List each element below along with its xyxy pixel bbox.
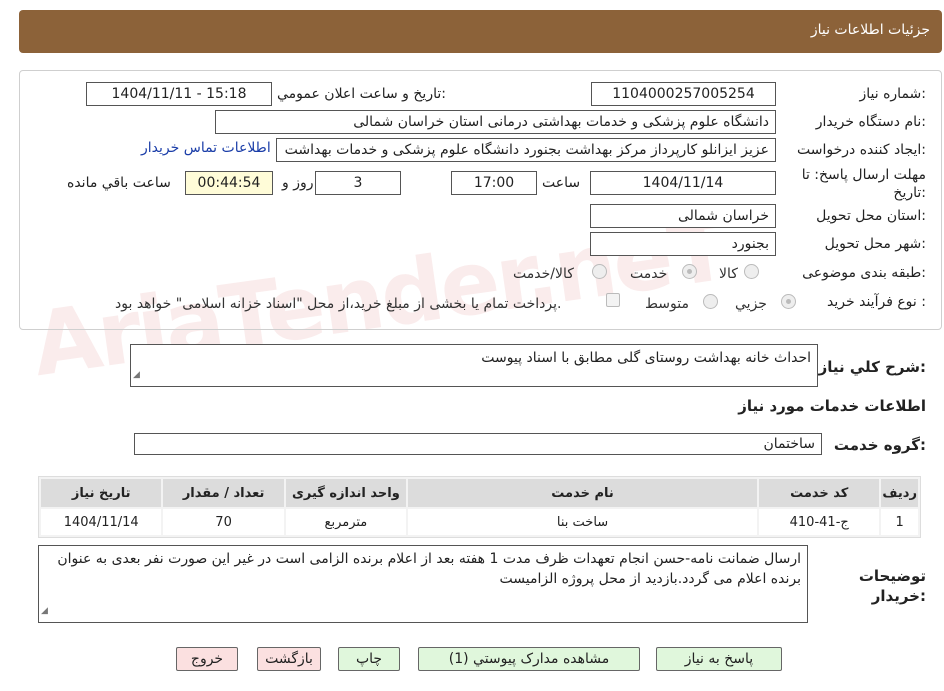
city-field[interactable]: بجنورد [590, 232, 776, 256]
category-goods-label: کالا [719, 266, 738, 282]
page-title: جزئیات اطلاعات نیاز [810, 22, 930, 38]
deadline-label: مهلت ارسال پاسخ: تا تاریخ: [801, 167, 926, 201]
days-label: روز و [282, 175, 314, 191]
province-label: استان محل تحویل: [816, 208, 926, 224]
treasury-payment-note: پرداخت تمام یا بخشی از مبلغ خرید،از محل … [115, 296, 562, 312]
process-medium-label: متوسط [645, 296, 689, 312]
services-table-header: ردیف کد خدمت نام خدمت واحد اندازه گیری ت… [41, 479, 918, 507]
view-attachments-button[interactable]: مشاهده مدارک پیوستي (1) [418, 647, 640, 671]
print-button[interactable]: چاپ [338, 647, 400, 671]
cell-date: 1404/11/14 [41, 509, 162, 535]
description-textarea[interactable]: احداث خانه بهداشت روستای گلی مطابق با اس… [130, 344, 818, 387]
services-table: ردیف کد خدمت نام خدمت واحد اندازه گیری ت… [38, 476, 921, 538]
treasury-payment-checkbox[interactable] [606, 293, 620, 307]
announce-label: تاریخ و ساعت اعلان عمومي: [277, 86, 446, 102]
process-medium-radio[interactable] [703, 294, 718, 309]
cell-qty: 70 [163, 509, 284, 535]
city-label: شهر محل تحویل: [824, 236, 926, 252]
description-text: احداث خانه بهداشت روستای گلی مطابق با اس… [481, 350, 811, 366]
requester-field[interactable]: عزیز ایزانلو کارپرداز مرکز بهداشت بجنورد… [276, 138, 776, 162]
buyer-org-field[interactable]: دانشگاه علوم پزشکی و خدمات بهداشتی درمان… [215, 110, 776, 134]
table-row: 1 ج-41-410 ساخت بنا مترمربع 70 1404/11/1… [41, 509, 918, 535]
deadline-time-field[interactable]: 17:00 [451, 171, 537, 195]
days-remaining-field[interactable]: 3 [315, 171, 401, 195]
need-number-label: شماره نیاز: [859, 86, 926, 102]
reply-to-need-button[interactable]: پاسخ به نیاز [656, 647, 782, 671]
category-goods-service-radio[interactable] [592, 264, 607, 279]
deadline-time-label: ساعت [542, 175, 581, 191]
cell-unit: مترمربع [285, 509, 407, 535]
col-name: نام خدمت [408, 479, 758, 507]
cell-code: ج-41-410 [759, 509, 880, 535]
service-group-field[interactable]: ساختمان [134, 433, 822, 455]
requester-label: ایجاد کننده درخواست: [797, 142, 926, 158]
deadline-date-field[interactable]: 1404/11/14 [590, 171, 776, 195]
category-goods-service-label: کالا/خدمت [513, 266, 574, 282]
announce-field[interactable]: 1404/11/11 - 15:18 [86, 82, 272, 106]
col-qty: تعداد / مقدار [163, 479, 284, 507]
resize-grip-icon[interactable]: ◢ [133, 365, 140, 385]
back-button[interactable]: بازگشت [257, 647, 321, 671]
category-goods-radio[interactable] [744, 264, 759, 279]
description-label: شرح کلي نیاز: [818, 358, 926, 376]
remaining-time-label: ساعت باقي مانده [67, 175, 171, 191]
cell-name: ساخت بنا [408, 509, 758, 535]
buyer-org-label: نام دستگاه خریدار: [815, 114, 926, 130]
services-section-title: اطلاعات خدمات مورد نیاز [738, 397, 926, 415]
remaining-time-field[interactable]: 00:44:54 [185, 171, 273, 195]
province-field[interactable]: خراسان شمالی [590, 204, 776, 228]
category-label: طبقه بندی موضوعی: [802, 265, 926, 281]
buyer-notes-text: ارسال ضمانت نامه-حسن انجام تعهدات ظرف مد… [57, 551, 801, 587]
process-minor-label: جزيي [735, 296, 767, 312]
category-service-label: خدمت [630, 266, 668, 282]
col-date: تاریخ نیاز [41, 479, 162, 507]
resize-grip-icon[interactable]: ◢ [41, 601, 48, 621]
service-group-label: گروه خدمت: [833, 436, 926, 454]
buyer-notes-textarea[interactable]: ارسال ضمانت نامه-حسن انجام تعهدات ظرف مد… [38, 545, 808, 623]
category-service-radio[interactable] [682, 264, 697, 279]
process-label: نوع فرآیند خرید : [827, 294, 926, 310]
buyer-notes-label: توضیحات خریدار: [858, 567, 926, 605]
need-number-field[interactable]: 1104000257005254 [591, 82, 776, 106]
buyer-contact-link[interactable]: اطلاعات تماس خریدار [141, 140, 271, 156]
col-row: ردیف [881, 479, 918, 507]
cell-row: 1 [881, 509, 918, 535]
col-unit: واحد اندازه گیری [285, 479, 407, 507]
process-minor-radio[interactable] [781, 294, 796, 309]
exit-button[interactable]: خروج [176, 647, 238, 671]
col-code: کد خدمت [759, 479, 880, 507]
page-header: جزئیات اطلاعات نیاز [19, 10, 942, 53]
